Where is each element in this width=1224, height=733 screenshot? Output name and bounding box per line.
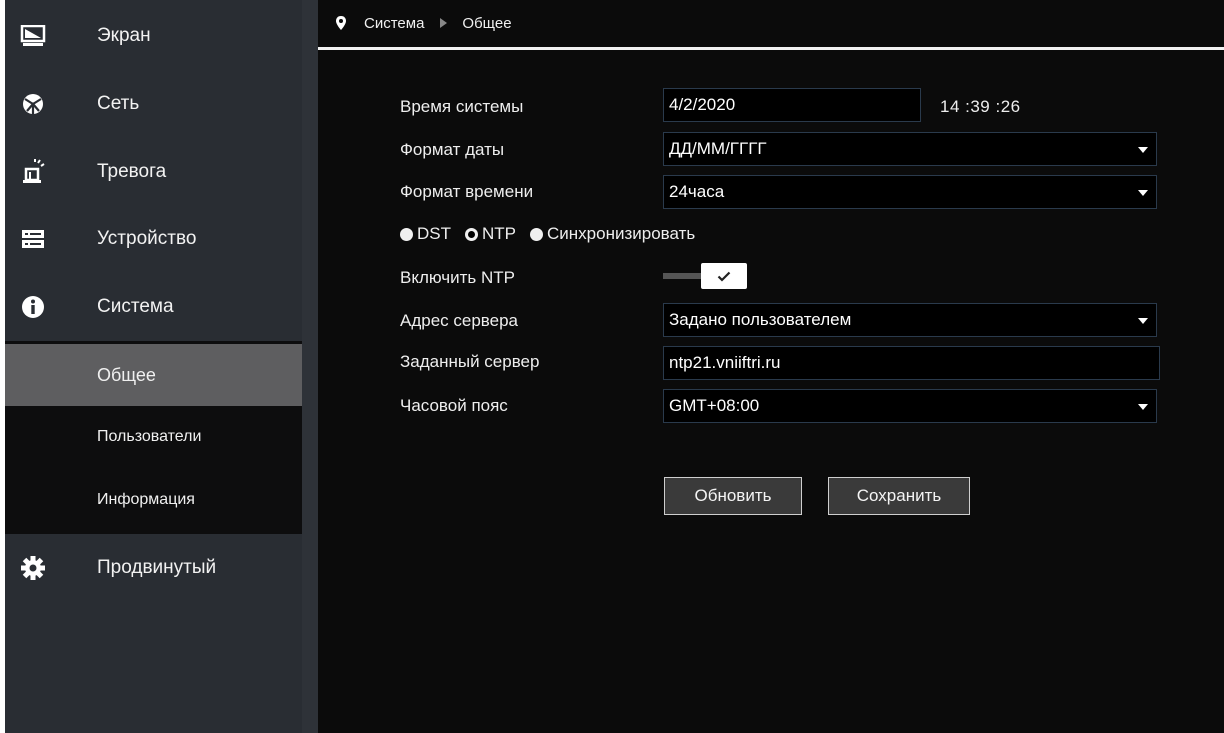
breadcrumb-level1[interactable]: Система [364,15,424,32]
time-format-value: 24часа [669,182,725,201]
chevron-down-icon [1138,190,1148,196]
device-icon [20,226,46,252]
sidebar-item-label: Сеть [97,93,140,114]
breadcrumb-separator-icon [440,18,448,28]
breadcrumb-level2: Общее [462,14,512,32]
server-address-select[interactable]: Задано пользователем [663,303,1157,337]
system-submenu: Общее Пользователи Информация [5,341,302,534]
sidebar-item-device[interactable]: Устройство [5,205,302,273]
toggle-track [663,273,703,279]
submenu-item-users[interactable]: Пользователи [5,406,302,468]
alarm-icon [20,159,46,185]
system-time-label: Время системы [400,97,524,116]
breadcrumb: Система Общее [334,10,512,36]
toggle-knob [701,263,747,289]
chevron-down-icon [1138,318,1148,324]
gear-icon [20,555,46,581]
time-format-label: Формат времени [400,182,534,201]
system-date-field[interactable]: 4/2/2020 [663,88,921,122]
sidebar-item-alarm[interactable]: Тревога [5,138,302,206]
time-mode-radio-group: DST NTP Синхронизировать [400,224,709,244]
sidebar-item-label: Устройство [97,228,197,249]
time-format-select[interactable]: 24часа [663,175,1157,209]
radio-sync[interactable] [530,227,543,241]
sidebar: Экран Сеть Тревога Устройство Система Об… [5,0,302,733]
enable-ntp-label: Включить NTP [400,268,515,287]
chevron-down-icon [1138,147,1148,153]
submenu-item-label: Информация [97,491,195,508]
network-icon [20,91,46,117]
sidebar-item-label: Система [97,296,174,317]
date-format-label: Формат даты [400,140,505,159]
submenu-item-label: Общее [97,364,156,385]
sidebar-scroll-strip [302,0,318,733]
radio-sync-label[interactable]: Синхронизировать [547,224,695,244]
submenu-item-info[interactable]: Информация [5,469,302,531]
system-date-value: 4/2/2020 [669,95,736,114]
timezone-label: Часовой пояс [400,396,508,415]
sidebar-item-network[interactable]: Сеть [5,70,302,138]
system-time-value[interactable]: 14 :39 :26 [940,97,1021,117]
date-format-value: ДД/ММ/ГГГГ [669,139,767,158]
chevron-down-icon [1138,404,1148,410]
info-icon [20,294,46,320]
radio-dst[interactable] [400,227,413,241]
timezone-select[interactable]: GMT+08:00 [663,389,1157,423]
enable-ntp-toggle[interactable] [663,263,747,289]
sidebar-item-label: Экран [97,25,151,46]
custom-server-value: ntp21.vniiftri.ru [669,353,781,372]
sidebar-item-advanced[interactable]: Продвинутый [5,534,302,602]
timezone-value: GMT+08:00 [669,396,760,415]
header-divider [318,47,1224,50]
server-address-value: Задано пользователем [669,310,852,329]
monitor-icon [20,23,46,49]
main-panel: Система Общее Время системы 4/2/2020 14 … [318,0,1224,733]
submenu-item-general[interactable]: Общее [5,344,302,406]
radio-ntp-label[interactable]: NTP [482,224,516,244]
sidebar-item-system[interactable]: Система [5,273,302,341]
save-button[interactable]: Сохранить [828,477,970,515]
submenu-item-label: Пользователи [97,428,202,445]
custom-server-input[interactable]: ntp21.vniiftri.ru [663,346,1160,380]
checkmark-icon [717,271,731,282]
sidebar-item-screen[interactable]: Экран [5,2,302,70]
server-address-label: Адрес сервера [400,311,519,330]
custom-server-label: Заданный сервер [400,352,540,371]
radio-dst-label[interactable]: DST [417,224,451,244]
radio-ntp[interactable] [465,227,478,241]
location-pin-icon [336,16,346,30]
sidebar-item-label: Тревога [97,161,167,182]
date-format-select[interactable]: ДД/ММ/ГГГГ [663,132,1157,166]
sidebar-item-label: Продвинутый [97,557,217,578]
refresh-button[interactable]: Обновить [664,477,802,515]
